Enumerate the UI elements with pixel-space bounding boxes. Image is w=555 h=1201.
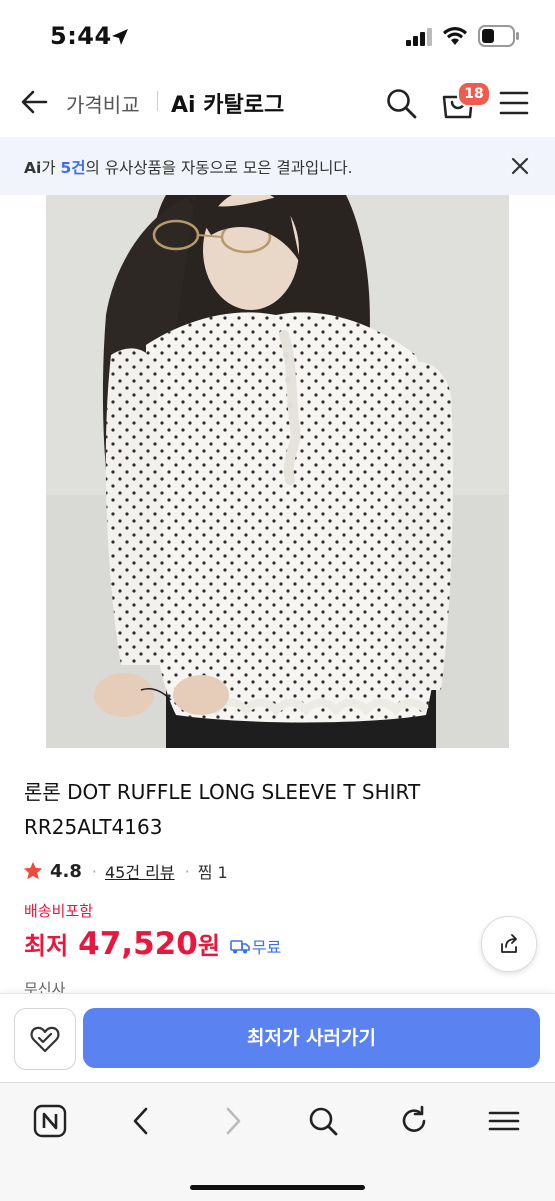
buy-lowest-price-button[interactable]: 최저가 사러가기 [83,1008,540,1068]
product-image[interactable] [46,195,509,748]
battery-icon [478,25,519,47]
free-shipping: 무료 [230,934,281,958]
status-bar: 5:44 [0,0,555,72]
truck-icon [230,940,250,954]
price-row: 최저 47,520 원 무료 [24,926,281,962]
wifi-icon [443,27,467,45]
tab-price-compare[interactable]: 가격비교 [66,89,140,118]
banner-ai-label: Ai [24,159,42,177]
browser-forward-icon[interactable] [214,1103,250,1139]
browser-toolbar [0,1082,555,1201]
app-header: 가격비교 Ai 카탈로그 18 [0,72,555,134]
search-icon[interactable] [384,86,418,120]
separator-dot: · [91,861,97,881]
cellular-signal-icon [406,28,432,46]
browser-menu-icon[interactable] [486,1103,522,1139]
heart-check-icon [30,1026,60,1053]
refresh-icon[interactable] [396,1103,432,1139]
wishlist-button[interactable] [14,1008,76,1070]
seller-name: 무신사 [24,980,66,994]
share-button[interactable] [481,916,537,972]
naver-home-icon[interactable] [32,1103,68,1139]
free-shipping-label: 무료 [251,938,282,957]
banner-count: 5건 [60,159,86,177]
browser-back-icon[interactable] [124,1103,160,1139]
ai-result-banner: Ai가 5건의 유사상품을 자동으로 모은 결과입니다. [0,137,555,195]
location-arrow-icon [112,29,128,45]
banner-message: Ai가 5건의 유사상품을 자동으로 모은 결과입니다. [24,156,353,178]
rating-row: 4.8 · 45건 리뷰 · 찜 1 [22,858,228,884]
status-time: 5:44 [50,22,112,50]
menu-icon[interactable] [498,88,530,118]
price-value: 47,520 [78,926,198,962]
shipping-included-label: 배송비포함 [24,902,94,920]
banner-particle: 가 [41,159,61,177]
rating-value: 4.8 [50,860,82,882]
share-icon [501,934,517,953]
browser-search-icon[interactable] [305,1103,341,1139]
back-arrow-icon[interactable] [18,86,50,118]
wishlist-count: 찜 1 [197,863,228,882]
close-icon[interactable] [509,155,531,177]
banner-suffix: 의 유사상품을 자동으로 모은 결과입니다. [85,159,353,177]
tab-ai-catalog[interactable]: Ai 카탈로그 [171,87,284,119]
price-unit: 원 [197,932,220,960]
bottom-action-bar: 최저가 사러가기 [0,993,555,1082]
star-icon [23,861,43,880]
review-count-link[interactable]: 45건 리뷰 [105,859,175,883]
cart-count-badge: 18 [457,81,491,107]
lowest-price-label: 최저 [24,932,69,960]
separator-dot: · [184,861,190,881]
home-indicator [190,1185,365,1190]
tab-divider [157,91,158,111]
product-title: 론론 DOT RUFFLE LONG SLEEVE T SHIRT RR25AL… [24,780,421,839]
product-photo-illustration [46,195,509,748]
